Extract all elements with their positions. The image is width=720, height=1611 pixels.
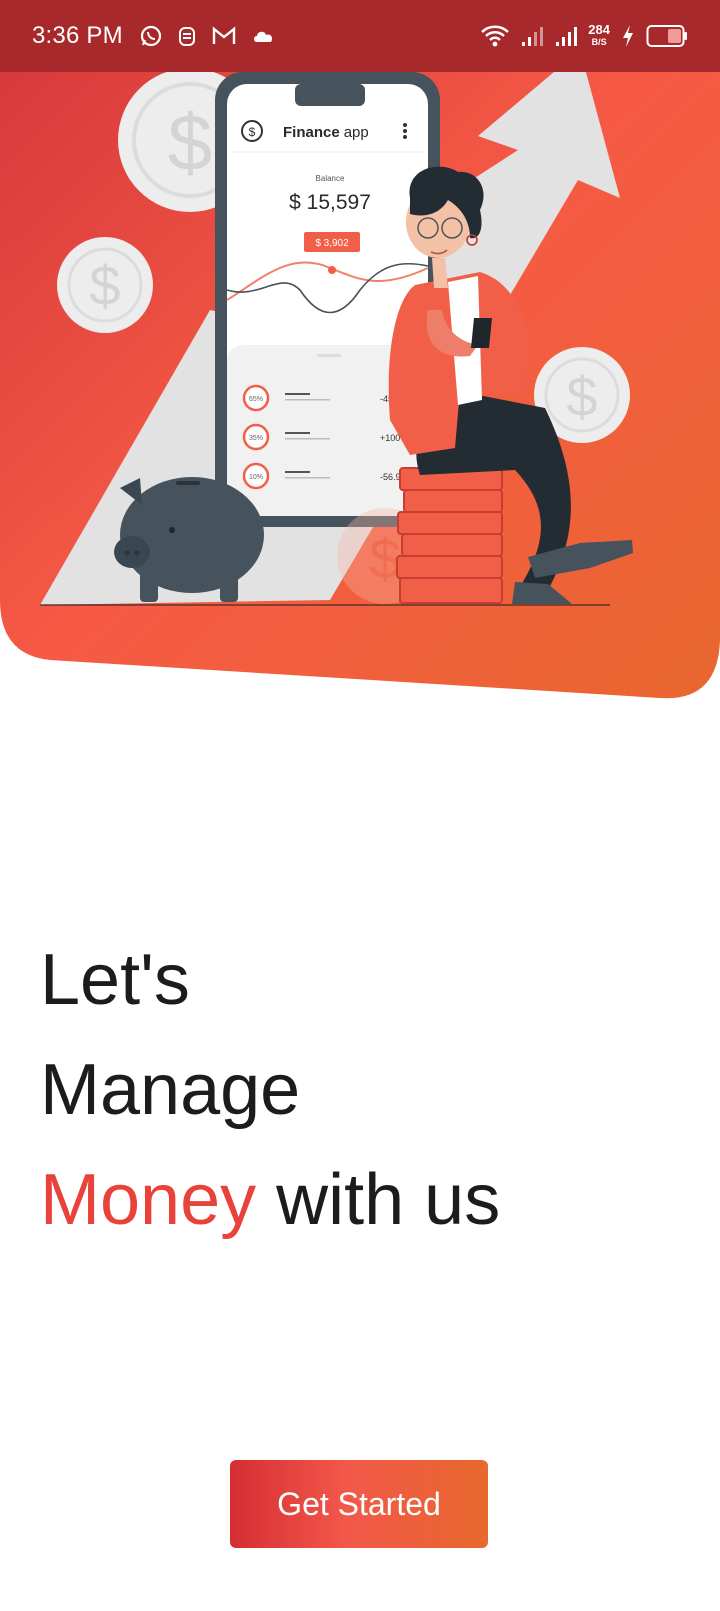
- headline-line-3-rest: with us: [256, 1160, 501, 1240]
- svg-text:65%: 65%: [249, 396, 263, 403]
- status-left-icons: [139, 24, 277, 48]
- wifi-icon: [481, 25, 510, 47]
- hero-illustration: $ $ $ $ Finance app Balance $ 15,597 $ 3,…: [0, 0, 720, 699]
- notification-app-icon: [178, 27, 195, 46]
- svg-text:$: $: [566, 365, 597, 428]
- battery-icon: [646, 25, 687, 47]
- get-started-button[interactable]: Get Started: [230, 1460, 488, 1548]
- coin-icon: $: [57, 237, 153, 333]
- coin-stack: [396, 467, 503, 604]
- headline: Let's Manage Money with us: [40, 925, 500, 1255]
- status-right-icons: 284 B/S: [480, 23, 688, 49]
- whatsapp-icon: [140, 25, 161, 47]
- svg-text:$: $: [168, 98, 213, 187]
- svg-text:$: $: [249, 125, 256, 139]
- charging-icon: [623, 25, 633, 47]
- app-name-rest: app: [344, 124, 369, 141]
- svg-text:Financeapp: Finance app: [283, 124, 369, 141]
- svg-text:$: $: [89, 254, 120, 317]
- signal-icon: [522, 27, 544, 46]
- svg-text:$: $: [369, 527, 400, 590]
- signal-icon: [556, 27, 578, 46]
- headline-line-1: Let's: [40, 940, 190, 1020]
- net-speed: 284 B/S: [588, 22, 610, 48]
- tooltip-value: $ 3,902: [315, 238, 349, 249]
- status-time: 3:36 PM: [32, 22, 123, 49]
- cloud-icon: [253, 31, 272, 42]
- app-name-bold: Finance: [283, 124, 340, 141]
- status-bar: 3:36 PM 284 B/S: [0, 0, 720, 72]
- svg-text:10%: 10%: [249, 474, 263, 481]
- svg-text:+100: +100: [380, 433, 400, 443]
- headline-line-2: Manage: [40, 1050, 301, 1130]
- balance-label: Balance: [316, 174, 345, 183]
- net-speed-unit: B/S: [591, 37, 607, 47]
- headline-accent-word: Money: [40, 1160, 257, 1240]
- net-speed-value: 284: [588, 22, 610, 37]
- balance-value: $ 15,597: [289, 191, 371, 214]
- headline-line-3: Money with us: [40, 1145, 500, 1255]
- gmail-icon: [212, 26, 235, 44]
- svg-text:35%: 35%: [249, 435, 263, 442]
